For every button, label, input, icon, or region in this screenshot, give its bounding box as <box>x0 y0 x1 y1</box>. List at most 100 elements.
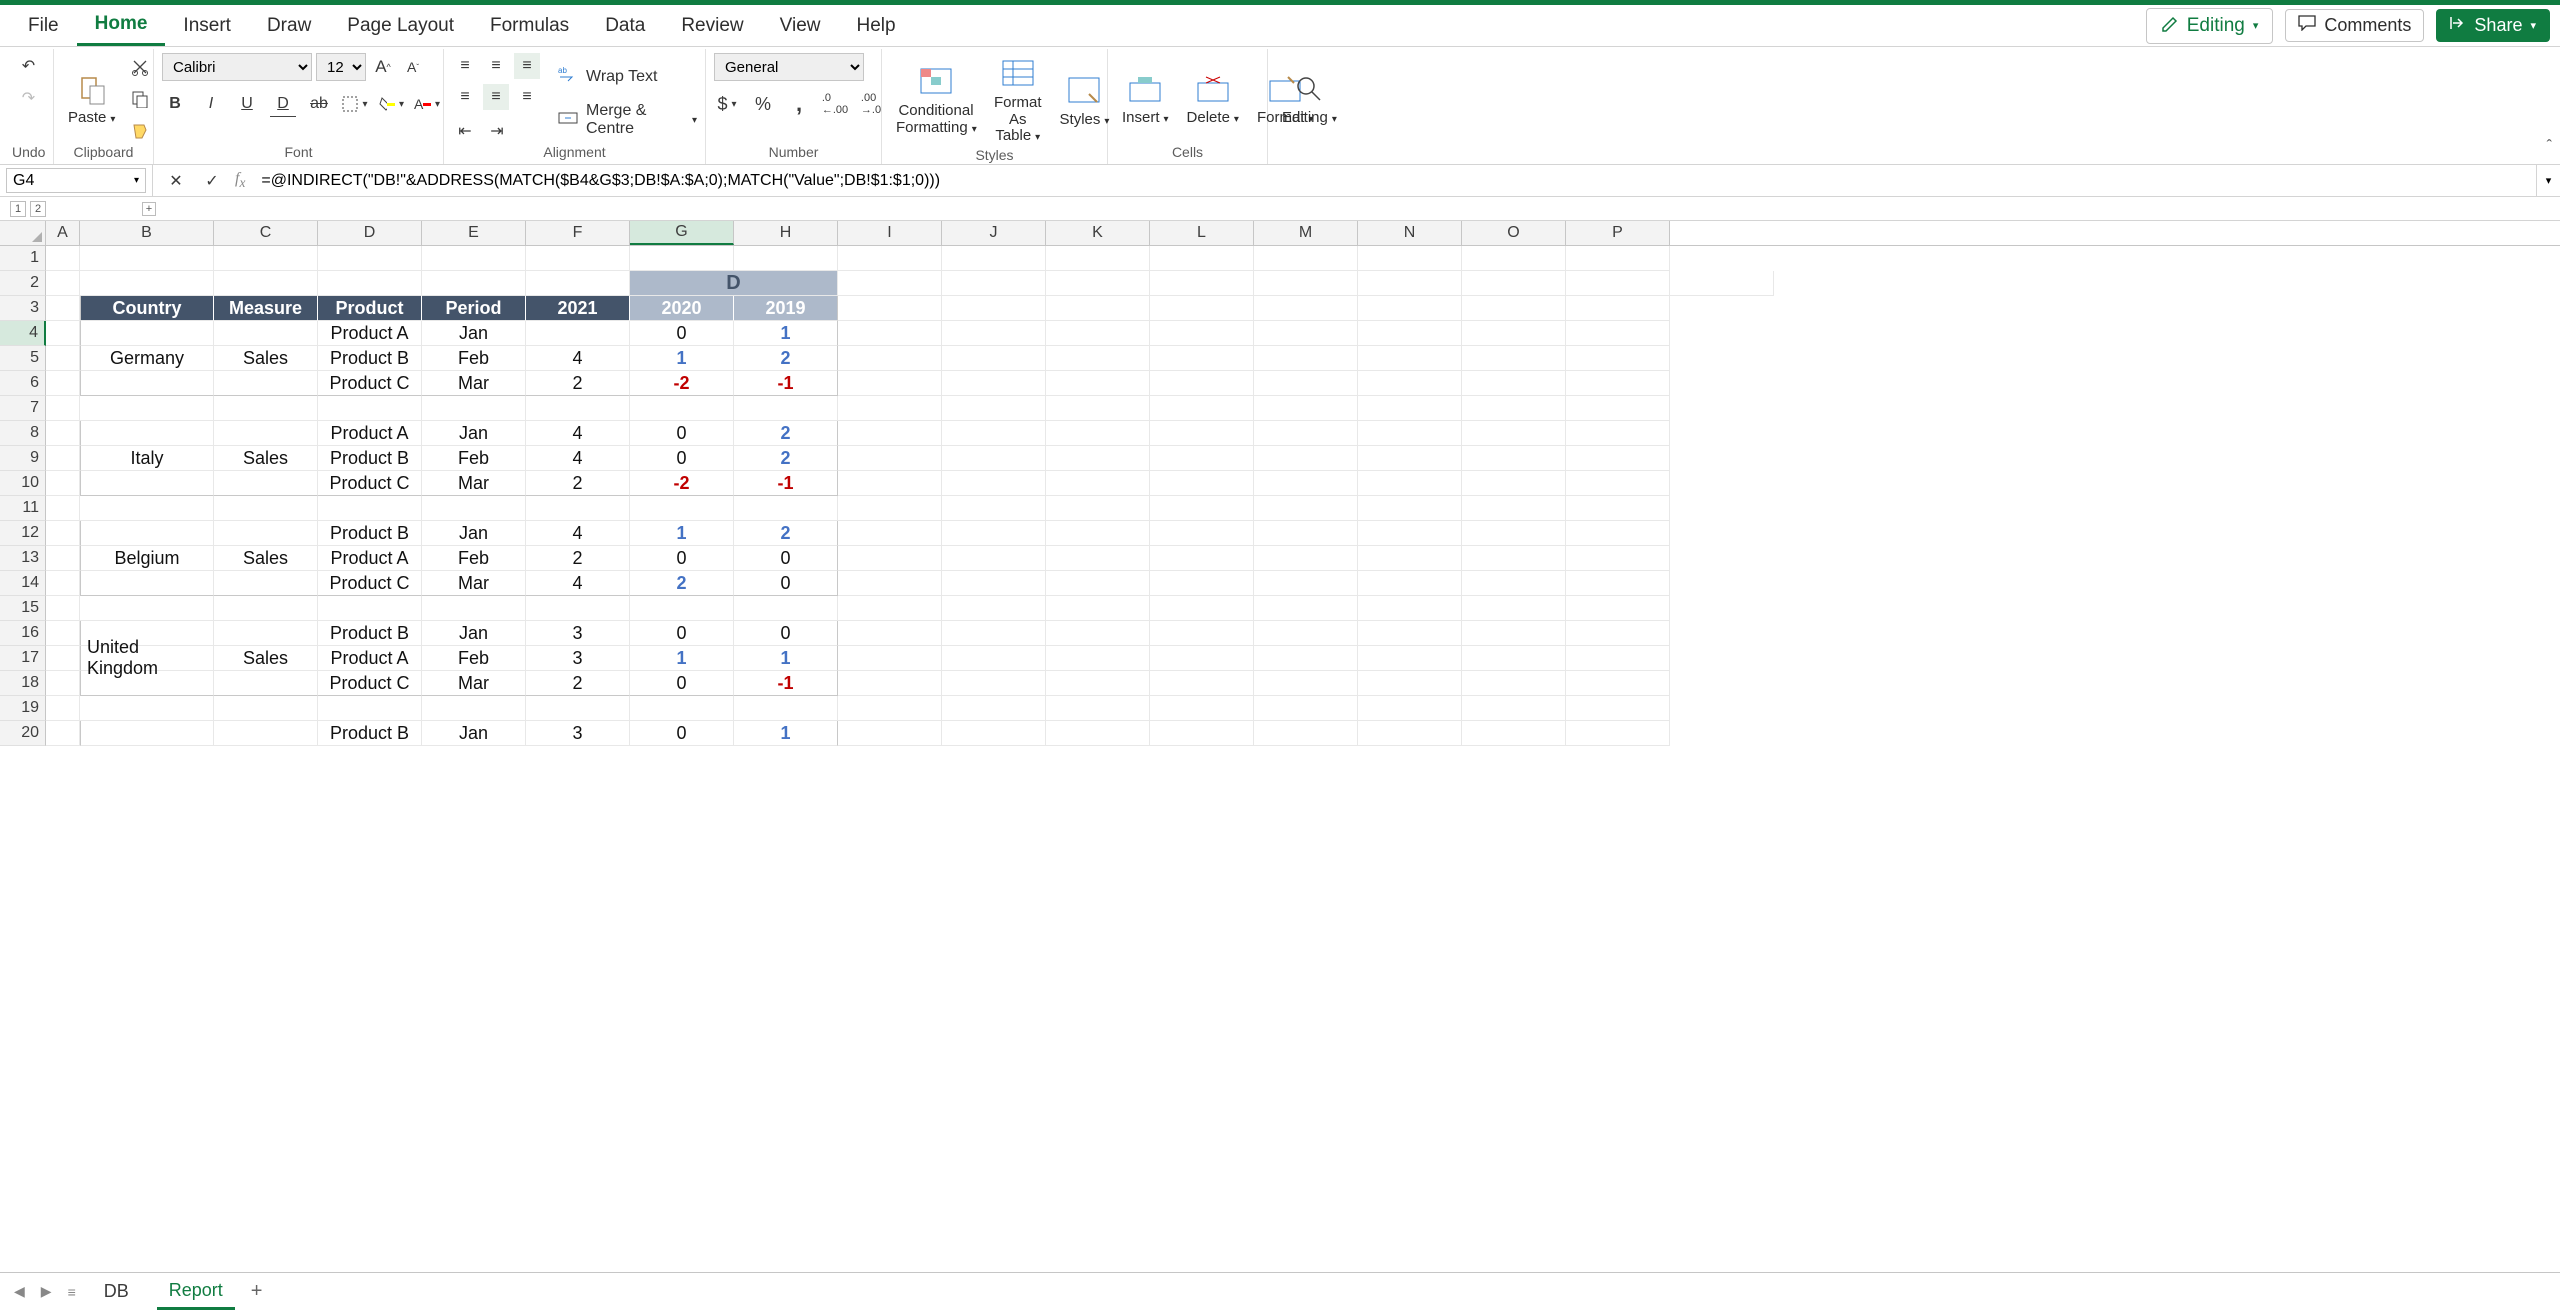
paste-button[interactable]: Paste <box>62 68 121 129</box>
sheet-tab[interactable]: DB <box>92 1275 141 1308</box>
cell[interactable]: 3 <box>526 621 630 646</box>
shrink-font-button[interactable]: Aˇ <box>400 54 426 80</box>
fill-color-button[interactable] <box>378 91 404 117</box>
grow-font-button[interactable]: A^ <box>370 54 396 80</box>
row-header[interactable]: 2 <box>0 271 46 296</box>
name-box[interactable]: G4 ▾ <box>6 168 146 193</box>
column-header[interactable]: L <box>1150 221 1254 245</box>
column-header[interactable]: O <box>1462 221 1566 245</box>
cell[interactable]: 2 <box>526 671 630 696</box>
menu-tab-help[interactable]: Help <box>838 5 913 46</box>
row-header[interactable]: 1 <box>0 246 46 271</box>
cell[interactable]: 4 <box>526 521 630 546</box>
column-header[interactable]: A <box>46 221 80 245</box>
double-underline-button[interactable]: D <box>270 91 296 117</box>
row-header[interactable]: 16 <box>0 621 46 646</box>
bold-button[interactable]: B <box>162 91 188 117</box>
sheet-tab[interactable]: Report <box>157 1274 235 1310</box>
column-header[interactable]: H <box>734 221 838 245</box>
menu-tab-file[interactable]: File <box>10 5 77 46</box>
column-header[interactable]: J <box>942 221 1046 245</box>
collapse-ribbon-button[interactable]: ˆ <box>2547 138 2552 156</box>
column-header[interactable]: E <box>422 221 526 245</box>
delete-cells-button[interactable]: Delete <box>1181 68 1245 129</box>
row-header[interactable]: 15 <box>0 596 46 621</box>
menu-tab-formulas[interactable]: Formulas <box>472 5 587 46</box>
wrap-text-button[interactable]: ab Wrap Text <box>558 65 697 88</box>
comma-button[interactable]: , <box>786 91 812 117</box>
row-header[interactable]: 8 <box>0 421 46 446</box>
menu-tab-home[interactable]: Home <box>77 5 166 46</box>
align-left[interactable]: ≡ <box>452 84 478 110</box>
column-header[interactable]: K <box>1046 221 1150 245</box>
format-as-table-button[interactable]: Format As Table <box>988 53 1048 147</box>
align-top-left[interactable]: ≡ <box>452 53 478 79</box>
copy-button[interactable] <box>127 86 153 112</box>
redo-button[interactable]: ↷ <box>16 85 42 111</box>
cell[interactable]: 2 <box>526 371 630 396</box>
editing-find-button[interactable]: Editing <box>1276 68 1343 129</box>
outline-level-1[interactable]: 1 <box>10 201 26 217</box>
select-all-corner[interactable] <box>0 221 46 245</box>
format-painter-button[interactable] <box>127 118 153 144</box>
align-top-right[interactable]: ≡ <box>514 53 540 79</box>
cell[interactable]: 3 <box>526 646 630 671</box>
decrease-decimal-button[interactable]: .00→.0 <box>858 91 884 117</box>
menu-tab-insert[interactable]: Insert <box>165 5 249 46</box>
undo-button[interactable]: ↶ <box>16 53 42 79</box>
number-format-select[interactable]: General <box>714 53 864 81</box>
column-header[interactable]: B <box>80 221 214 245</box>
column-header[interactable]: N <box>1358 221 1462 245</box>
column-header[interactable]: G <box>630 221 734 245</box>
row-header[interactable]: 5 <box>0 346 46 371</box>
cell[interactable]: 4 <box>526 571 630 596</box>
row-header[interactable]: 11 <box>0 496 46 521</box>
cancel-formula-button[interactable]: ✕ <box>163 168 189 194</box>
column-header[interactable]: M <box>1254 221 1358 245</box>
cell[interactable] <box>526 321 630 346</box>
align-top-center[interactable]: ≡ <box>483 53 509 79</box>
row-header[interactable]: 7 <box>0 396 46 421</box>
row-header[interactable]: 14 <box>0 571 46 596</box>
underline-button[interactable]: U <box>234 91 260 117</box>
menu-tab-review[interactable]: Review <box>663 5 761 46</box>
column-header[interactable]: D <box>318 221 422 245</box>
column-header[interactable]: I <box>838 221 942 245</box>
row-header[interactable]: 9 <box>0 446 46 471</box>
align-right[interactable]: ≡ <box>514 84 540 110</box>
outline-level-2[interactable]: 2 <box>30 201 46 217</box>
cell[interactable]: 4 <box>526 446 630 471</box>
increase-indent-button[interactable]: ⇥ <box>484 118 510 144</box>
decrease-indent-button[interactable]: ⇤ <box>452 118 478 144</box>
all-sheets-button[interactable]: ≡ <box>68 1284 76 1300</box>
spreadsheet-grid[interactable]: A B C D E F G H I J K L M N O P 12D3Coun… <box>0 221 2560 746</box>
menu-tab-data[interactable]: Data <box>587 5 663 46</box>
font-color-button[interactable]: A <box>414 91 440 117</box>
column-header[interactable]: P <box>1566 221 1670 245</box>
cell[interactable]: 2 <box>526 546 630 571</box>
row-header[interactable]: 12 <box>0 521 46 546</box>
row-header[interactable]: 20 <box>0 721 46 746</box>
cell[interactable]: 3 <box>526 721 630 746</box>
font-size-select[interactable]: 12 <box>316 53 366 81</box>
sheet-nav-prev[interactable]: ◀ <box>14 1283 25 1300</box>
column-header[interactable]: C <box>214 221 318 245</box>
borders-button[interactable] <box>342 91 368 117</box>
row-header[interactable]: 17 <box>0 646 46 671</box>
row-header[interactable]: 4 <box>0 321 46 346</box>
row-header[interactable]: 6 <box>0 371 46 396</box>
outline-expand-button[interactable]: + <box>142 202 156 216</box>
menu-tab-page-layout[interactable]: Page Layout <box>329 5 472 46</box>
row-header[interactable]: 18 <box>0 671 46 696</box>
menu-tab-view[interactable]: View <box>762 5 839 46</box>
editing-mode-button[interactable]: Editing ▾ <box>2146 8 2274 44</box>
strikethrough-button[interactable]: ab <box>306 91 332 117</box>
add-sheet-button[interactable]: + <box>251 1280 263 1303</box>
percent-button[interactable]: % <box>750 91 776 117</box>
merge-center-button[interactable]: Merge & Centre ▾ <box>558 102 697 138</box>
column-header[interactable]: F <box>526 221 630 245</box>
row-header[interactable]: 10 <box>0 471 46 496</box>
cell[interactable]: 4 <box>526 346 630 371</box>
align-center[interactable]: ≡ <box>483 84 509 110</box>
comments-button[interactable]: Comments <box>2285 9 2424 42</box>
